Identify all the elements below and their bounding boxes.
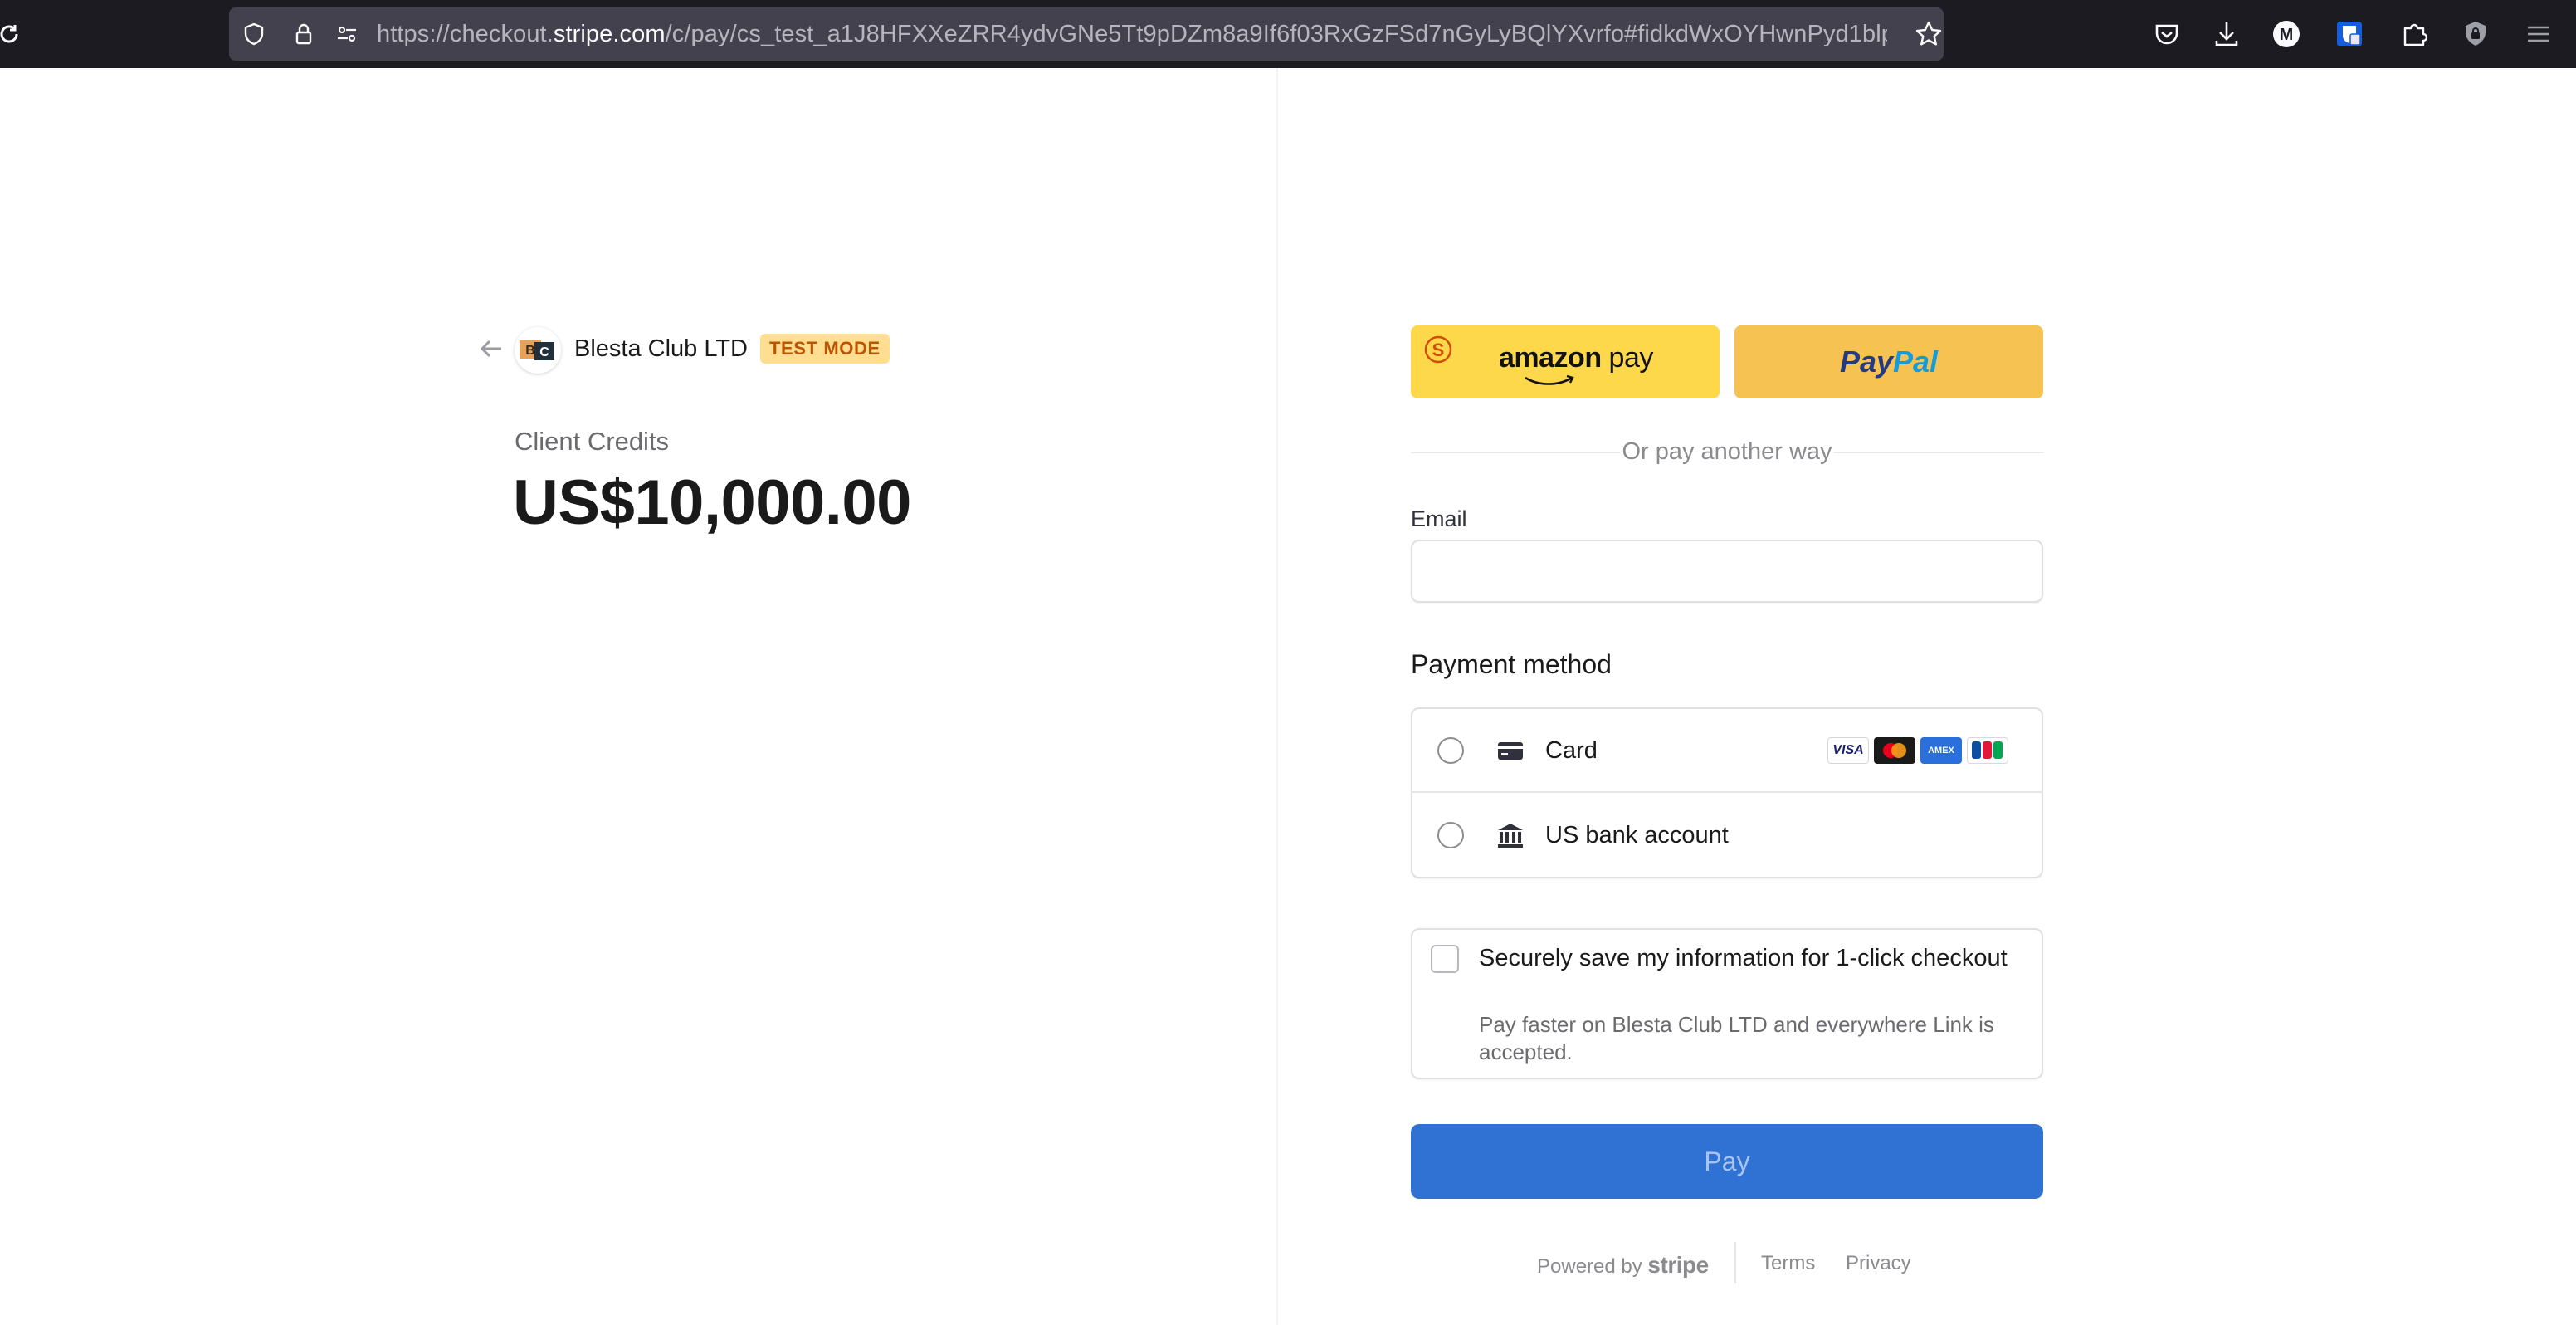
- shield-icon[interactable]: [241, 21, 267, 47]
- merchant-logo: B C: [515, 327, 561, 374]
- extensions-puzzle-icon[interactable]: [2398, 18, 2430, 50]
- us-bank-label: US bank account: [1545, 822, 1729, 848]
- amazon-smile-icon: [1524, 374, 1577, 387]
- card-label: Card: [1545, 737, 1598, 764]
- paypal-button[interactable]: PayPal: [1734, 325, 2043, 398]
- mastercard-icon: [1874, 737, 1915, 764]
- stripe-logo-text: stripe: [1647, 1252, 1709, 1278]
- payment-option-card[interactable]: Card VISA AMEX: [1412, 709, 2042, 793]
- powered-by-stripe[interactable]: Powered by stripe: [1537, 1252, 1709, 1279]
- paypal-pal-text: Pal: [1893, 345, 1939, 379]
- divider-line-right: [1834, 452, 2043, 453]
- paypal-pay-text: Pay: [1839, 345, 1893, 379]
- back-arrow-icon[interactable]: [476, 334, 506, 364]
- amazon-pay-label: amazon pay: [1499, 342, 1653, 374]
- test-mode-badge: TEST MODE: [760, 334, 890, 364]
- save-info-title: Securely save my information for 1-click…: [1479, 945, 2008, 971]
- amex-text: AMEX: [1928, 746, 1954, 755]
- download-icon[interactable]: [2211, 18, 2242, 50]
- payment-method-heading: Payment method: [1411, 649, 1612, 679]
- email-label: Email: [1411, 506, 1467, 531]
- amazon-pay-button[interactable]: S amazon pay: [1411, 325, 1720, 398]
- amazon-pay-text: pay: [1601, 342, 1654, 374]
- svg-text:B: B: [525, 344, 535, 358]
- bank-icon: [1495, 820, 1525, 850]
- visa-icon: VISA: [1827, 737, 1869, 764]
- extension-avatar-icon[interactable]: M: [2271, 18, 2302, 50]
- lock-icon[interactable]: [290, 21, 317, 47]
- payment-method-list: Card VISA AMEX US bank account: [1411, 707, 2043, 878]
- reload-icon[interactable]: [0, 20, 23, 48]
- card-radio[interactable]: [1437, 737, 1464, 764]
- bitwarden-icon[interactable]: [2334, 18, 2365, 50]
- pocket-icon[interactable]: [2151, 18, 2183, 50]
- url-domain: stripe.com: [553, 21, 666, 47]
- amazon-pay-logo-icon: S: [1424, 335, 1452, 364]
- footer-divider: [1734, 1242, 1736, 1283]
- save-info-checkbox[interactable]: [1431, 945, 1459, 973]
- email-input[interactable]: [1411, 540, 2043, 603]
- svg-text:S: S: [1432, 340, 1445, 360]
- bookmark-star-icon[interactable]: [1914, 19, 1944, 49]
- privacy-link[interactable]: Privacy: [1846, 1252, 1911, 1275]
- pay-button[interactable]: Pay: [1411, 1124, 2043, 1199]
- url-text[interactable]: https://checkout.stripe.com/c/pay/cs_tes…: [377, 7, 1887, 61]
- vpn-shield-icon[interactable]: [2460, 18, 2491, 50]
- svg-text:C: C: [539, 345, 549, 359]
- url-prefix: https://checkout.: [377, 21, 554, 47]
- total-price: US$10,000.00: [513, 467, 911, 538]
- browser-toolbar: https://checkout.stripe.com/c/pay/cs_tes…: [0, 0, 2576, 68]
- merchant-name: Blesta Club LTD: [574, 335, 748, 362]
- amazon-brand-text: amazon: [1499, 342, 1602, 374]
- order-summary-pane: [0, 68, 1278, 1325]
- link-save-info-box: Securely save my information for 1-click…: [1411, 928, 2043, 1079]
- visa-text: VISA: [1832, 743, 1864, 757]
- us-bank-radio[interactable]: [1437, 822, 1464, 848]
- pane-divider: [1276, 68, 1278, 1325]
- url-bar[interactable]: https://checkout.stripe.com/c/pay/cs_tes…: [229, 7, 1944, 61]
- amex-icon: AMEX: [1920, 737, 1962, 764]
- payment-option-us-bank[interactable]: US bank account: [1412, 794, 2042, 878]
- powered-by-text: Powered by: [1537, 1255, 1642, 1278]
- extension-avatar-letter: M: [2280, 26, 2294, 44]
- credit-card-icon: [1495, 736, 1525, 765]
- product-name: Client Credits: [515, 427, 670, 456]
- paypal-label: PayPal: [1734, 325, 2043, 398]
- jcb-icon: [1967, 737, 2008, 764]
- menu-icon[interactable]: [2523, 18, 2554, 50]
- save-info-description: Pay faster on Blesta Club LTD and everyw…: [1479, 1012, 1994, 1064]
- permissions-icon[interactable]: [334, 21, 360, 47]
- terms-link[interactable]: Terms: [1761, 1252, 1815, 1275]
- url-path: /c/pay/cs_test_a1J8HFXXeZRR4ydvGNe5Tt9pD…: [665, 21, 1887, 47]
